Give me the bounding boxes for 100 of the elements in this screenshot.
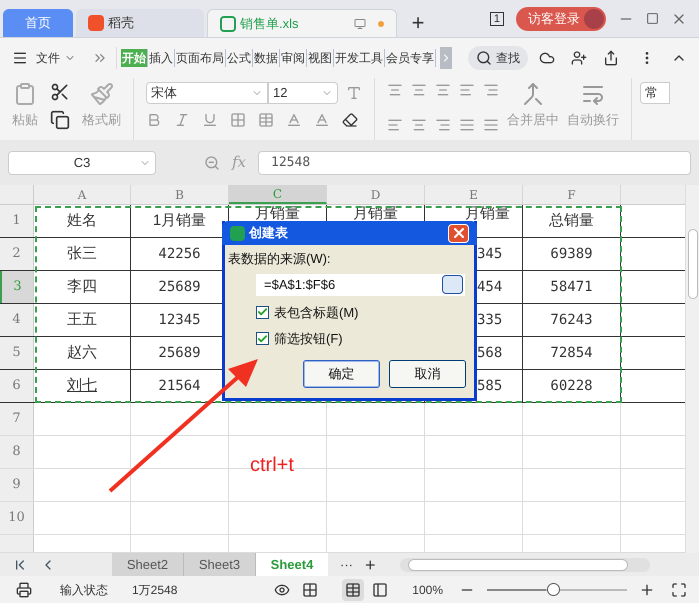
align-icon[interactable] [387, 82, 403, 98]
cloud-icon[interactable] [539, 50, 555, 66]
table-cell: 总销量 [549, 213, 594, 229]
source-label: 表数据的来源(W): [228, 250, 332, 268]
align-icon[interactable] [435, 82, 451, 98]
range-field[interactable]: =$A$1:$F$6 [256, 274, 465, 296]
font-size-dropdown[interactable]: 12 [268, 82, 338, 104]
borders-icon[interactable] [230, 112, 246, 128]
add-sheet-button[interactable]: + [365, 556, 376, 574]
align-icon[interactable] [387, 117, 403, 133]
table-cell-text: 25689 [158, 278, 201, 296]
align-icon[interactable] [483, 117, 499, 133]
ribbon-tab[interactable]: 开发工具 [334, 49, 385, 67]
checkbox-label: 表包含标题(M) [274, 304, 358, 322]
italic-icon[interactable] [174, 112, 190, 128]
number-format-dropdown[interactable]: 常 [640, 82, 670, 104]
checkbox[interactable] [256, 306, 269, 319]
range-picker-icon[interactable] [442, 274, 463, 294]
ribbon-tab[interactable]: 视图 [307, 49, 334, 67]
table-cell-text: 76243 [550, 310, 593, 330]
menu-icon[interactable] [12, 50, 28, 66]
row-header: 1 [0, 205, 34, 237]
table-cell-text: 刘七 [67, 376, 97, 396]
copy-icon[interactable] [50, 110, 70, 130]
ribbon-tab[interactable]: 审阅 [280, 49, 307, 67]
ribbon-tab[interactable]: 公式 [226, 49, 253, 67]
merge-icon[interactable] [521, 82, 545, 106]
vertical-scrollbar[interactable] [685, 185, 699, 553]
dialog-title: 创建表 [249, 224, 288, 242]
freeze-icon[interactable] [302, 582, 318, 598]
ribbon-tab[interactable]: 会员专享 [385, 49, 436, 67]
row-header: 2 [0, 238, 34, 270]
ribbon-tab[interactable]: 页面布局 [175, 49, 226, 67]
zoom-dropdown[interactable]: 100% [412, 580, 443, 598]
font-grow-icon[interactable] [346, 85, 362, 101]
file-menu[interactable]: 文件 [36, 49, 60, 67]
table-cell: 姓名 [67, 213, 97, 229]
fill-color-icon[interactable] [286, 112, 302, 128]
column-header[interactable]: D [327, 185, 425, 204]
scroll-right-button[interactable] [440, 47, 452, 69]
align-icon[interactable] [483, 82, 499, 98]
cell-style-icon[interactable] [258, 112, 274, 128]
sheet-tab[interactable]: Sheet4 [256, 553, 328, 576]
sheet-tab[interactable]: Sheet3 [184, 553, 256, 576]
more-sheets-button[interactable]: ··· [340, 554, 353, 574]
ribbon-tab[interactable]: 插入 [148, 49, 175, 67]
grid-icon [345, 582, 362, 598]
table-cell-text: 72854 [550, 344, 593, 362]
avatar-icon [584, 8, 604, 28]
row-header: 4 [0, 304, 34, 336]
monitor-icon [354, 18, 366, 30]
tab[interactable]: 稻壳 [76, 9, 204, 37]
checkbox[interactable] [256, 332, 269, 346]
close-button[interactable] [448, 224, 469, 242]
app-icon [230, 226, 245, 240]
table-cell-text: 25689 [158, 344, 201, 362]
underline-icon[interactable] [202, 112, 218, 128]
table-cell-text: 21564 [158, 376, 201, 396]
column-header[interactable]: A [34, 185, 131, 204]
zoom-icon[interactable] [204, 154, 220, 170]
eraser-icon[interactable] [342, 112, 358, 128]
align-icon[interactable] [411, 117, 427, 133]
share-icon[interactable] [603, 50, 619, 66]
row-header: 9 [0, 469, 34, 501]
horizontal-scrollbar[interactable] [400, 558, 650, 572]
column-header[interactable]: E [425, 185, 523, 204]
table-cell-text: 张三 [67, 244, 97, 264]
normal-view-icon[interactable] [342, 578, 364, 600]
search-button[interactable]: 查找 [468, 46, 528, 70]
sheet-tab[interactable]: Sheet2 [112, 553, 184, 576]
zoom-slider-thumb[interactable] [546, 582, 560, 596]
annotation-text: ctrl+t [250, 453, 294, 478]
font-dropdown[interactable]: 宋体 [146, 82, 268, 104]
new-tab-button[interactable]: + [400, 9, 436, 37]
status-mode: 输入状态 [60, 582, 108, 598]
table-cell-text: 12345 [158, 310, 201, 330]
dialog-button[interactable]: 确定 [303, 360, 380, 388]
column-header[interactable]: F [523, 185, 621, 204]
fullscreen-icon[interactable] [671, 582, 687, 598]
align-icon[interactable] [459, 82, 475, 98]
formula-field[interactable]: 12548 [258, 150, 691, 174]
font-color-icon[interactable] [314, 112, 330, 128]
status-value: 1万2548 [132, 582, 178, 598]
align-icon[interactable] [459, 117, 475, 133]
user-plus-icon[interactable] [571, 50, 587, 66]
maximize-icon[interactable] [646, 12, 659, 25]
dialog-button[interactable]: 取消 [389, 360, 466, 388]
page-view-icon[interactable] [372, 582, 388, 598]
ribbon-tab[interactable]: 数据 [253, 49, 280, 67]
name-box[interactable]: C3 [8, 150, 156, 174]
table-cell-text: 585 [477, 376, 502, 396]
eye-icon[interactable] [274, 582, 290, 598]
align-icon[interactable] [411, 82, 427, 98]
brush-icon[interactable] [90, 82, 114, 106]
login-button[interactable]: 访客登录 [516, 6, 606, 30]
zoom-in-icon[interactable] [639, 582, 655, 598]
fx-label: fx [232, 152, 246, 174]
align-icon[interactable] [435, 117, 451, 133]
paste-icon[interactable] [13, 82, 37, 106]
scissors-icon[interactable] [50, 82, 70, 102]
